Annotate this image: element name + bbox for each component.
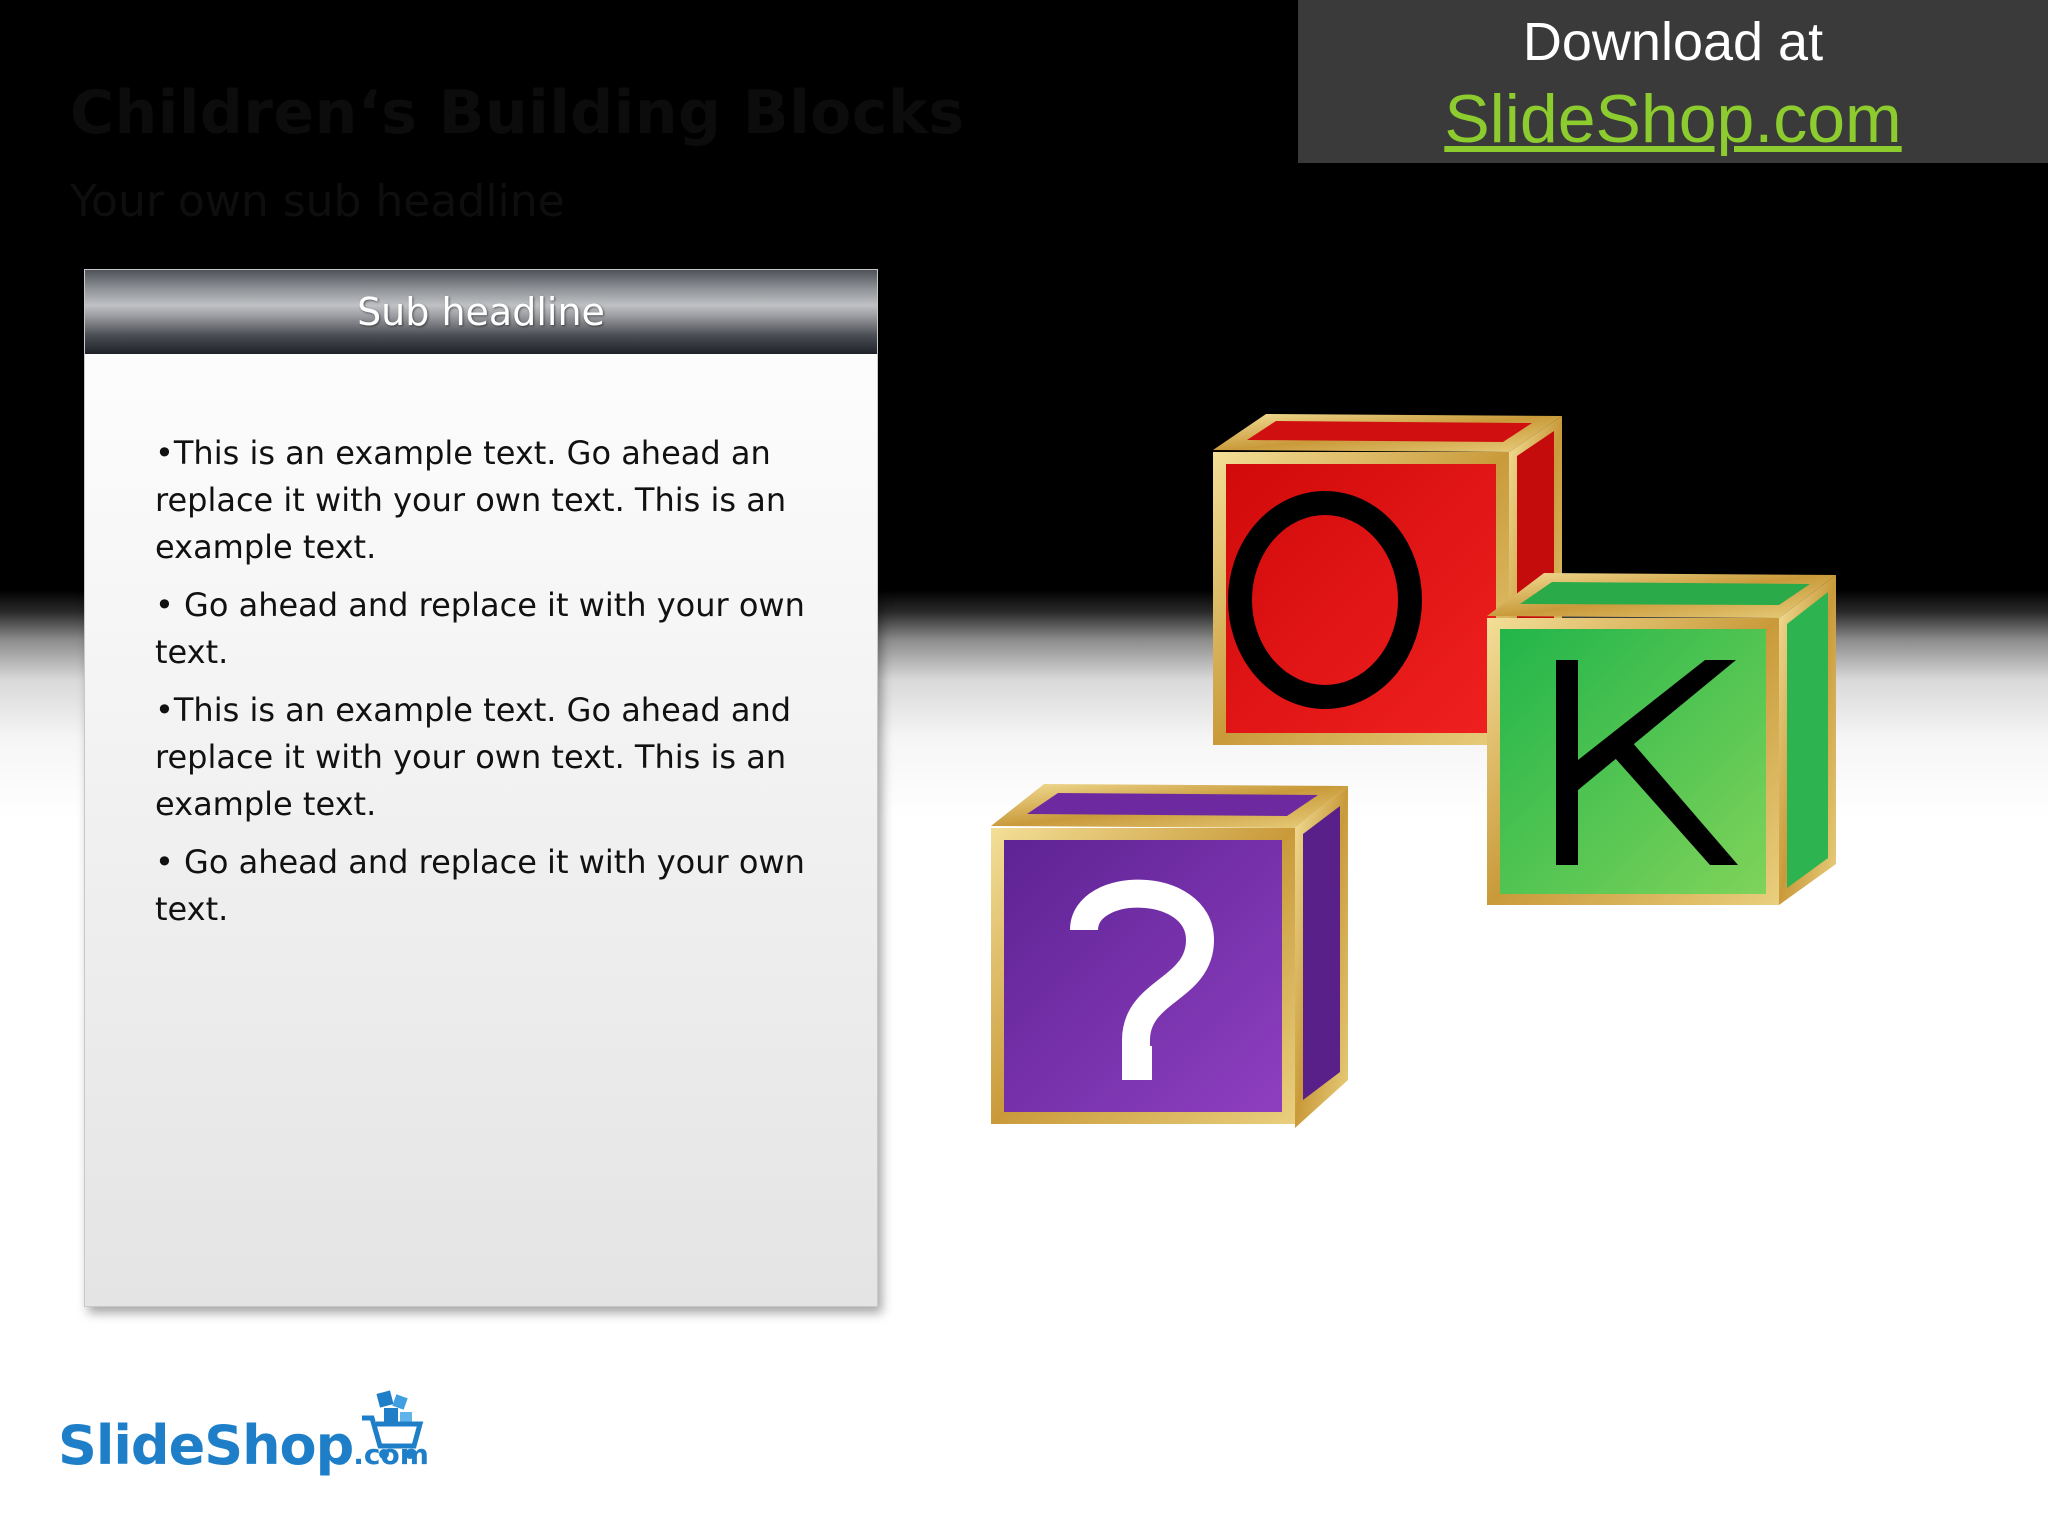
bullet-item: • Go ahead and replace it with your own …: [155, 843, 805, 928]
panel-header-title: Sub headline: [357, 290, 605, 334]
red-block-top-inner: [1247, 421, 1532, 442]
red-letter-block: [1213, 414, 1562, 745]
panel-body: •This is an example text. Go ahead an re…: [155, 430, 835, 944]
download-link[interactable]: SlideShop.com: [1298, 82, 2048, 156]
letter-o-glyph: [1228, 491, 1422, 709]
green-letter-block: [1487, 573, 1836, 905]
slide-title: Children‘s Building Blocks: [70, 78, 965, 148]
question-mark-glyph: [1070, 879, 1215, 1080]
shopping-cart-icon: [362, 1390, 424, 1459]
purple-block-side-inner: [1303, 806, 1340, 1100]
bullet-item: • Go ahead and replace it with your own …: [155, 586, 805, 671]
green-block-top-inner: [1520, 582, 1810, 605]
green-block-side: [1779, 575, 1836, 905]
download-label: Download at: [1522, 12, 1824, 72]
bullet-item: •This is an example text. Go ahead an re…: [155, 434, 787, 566]
green-block-front: [1487, 618, 1779, 905]
green-block-face: [1500, 629, 1766, 894]
slide-subtitle: Your own sub headline: [70, 176, 565, 227]
red-block-side: [1509, 416, 1562, 745]
red-block-front: [1213, 452, 1509, 745]
red-block-side-inner: [1517, 431, 1554, 728]
letter-k-glyph: [1556, 660, 1738, 865]
red-block-face: [1226, 464, 1496, 733]
content-panel: Sub headline •This is an example text. G…: [84, 269, 878, 1307]
purple-block-side: [1295, 786, 1348, 1128]
purple-block-top-inner: [1027, 793, 1318, 816]
purple-letter-block: [991, 784, 1348, 1128]
brand-logo: SlideShop.com: [58, 1384, 430, 1484]
purple-block-front: [991, 828, 1295, 1124]
green-block-side-inner: [1787, 592, 1828, 888]
red-block-top: [1213, 414, 1562, 452]
bullet-item: •This is an example text. Go ahead and r…: [155, 691, 792, 823]
download-banner: Download at SlideShop.com: [1298, 0, 2048, 163]
green-block-top: [1487, 573, 1836, 618]
purple-block-face: [1004, 840, 1282, 1112]
slide-canvas: Children‘s Building Blocks Your own sub …: [0, 0, 2048, 1536]
panel-header: Sub headline: [85, 270, 877, 354]
purple-block-top: [991, 784, 1348, 828]
brand-name: SlideShop: [58, 1414, 354, 1477]
